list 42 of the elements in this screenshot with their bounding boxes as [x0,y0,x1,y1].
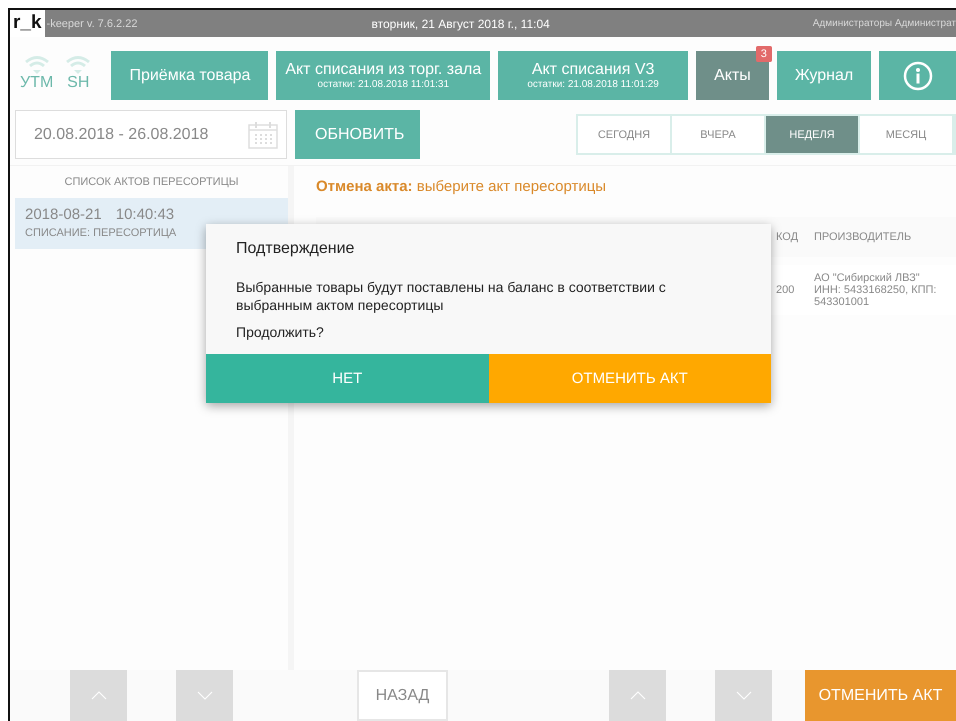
act-type: СПИСАНИЕ: ПЕРЕСОРТИЦА [25,227,176,239]
back-button[interactable]: НАЗАД [357,670,448,721]
nav-button[interactable]: Акт списания V3 остатки: 21.08.2018 11:01:29 [498,51,688,100]
info-icon [902,60,933,90]
column-header: ПРОИЗВОДИТЕЛЬ [814,231,912,243]
act-time: 10:40:43 [116,206,174,223]
table-cell-text: 200 [776,284,796,296]
confirm-button[interactable]: ОТМЕНИТЬ АКТ [488,354,771,403]
user-name: Администраторы Администрат [812,18,956,29]
wifi-icon [24,55,50,75]
wifi-icon [65,55,92,75]
cancel-button[interactable]: НЕТ [206,354,488,403]
dialog-question: Продолжить? [236,324,325,340]
nav-button[interactable]: Приёмка товара [111,51,268,100]
app-logo: r_k [10,10,45,37]
nav-button[interactable]: Журнал [776,51,872,100]
chevron-up-icon [90,691,106,700]
calendar-icon [248,120,278,148]
chevron-down-icon [196,691,212,700]
date-time: вторник, 21 Август 2018 г., 11:04 [372,16,550,30]
scroll-down-button[interactable] [176,670,233,721]
count-badge: 3 [756,46,772,62]
act-date: 2018-08-21 [25,206,102,223]
chevron-up-icon [630,691,646,700]
chevron-down-icon [736,691,752,700]
scroll-down-button[interactable] [715,670,772,721]
version-label: -keeper v. 7.6.2.22 [46,18,138,30]
dialog-message: Выбранные товары будут поставлены на баланс в соответствии с выбранным актом пересортицы [236,278,667,314]
column-header: КОД [776,231,800,243]
refresh-button[interactable]: ОБНОВИТЬ [295,110,420,159]
date-range-field[interactable]: 20.08.2018 - 26.08.2018 [15,110,287,159]
table-cell-text: АО "Сибирский ЛВЗ" ИНН: 5433168250, КПП: 543301001 [814,272,938,308]
nav-button[interactable]: Акт списания из торг. зала остатки: 21.08.2018 11:01:31 [276,51,490,100]
list-title: СПИСОК АКТОВ ПЕРЕСОРТИЦЫ [64,175,240,190]
scroll-up-button[interactable] [70,670,127,721]
info-button[interactable] [879,51,956,100]
status-label: SH [67,75,90,91]
scroll-up-button[interactable] [609,670,666,721]
hint-text: Отмена акта: выберите акт пересортицы [316,178,608,195]
cancel-act-button[interactable]: ОТМЕНИТЬ АКТ [805,670,956,721]
status-label: УТМ [20,75,54,91]
period-tab[interactable]: НЕДЕЛЯ [766,116,860,153]
